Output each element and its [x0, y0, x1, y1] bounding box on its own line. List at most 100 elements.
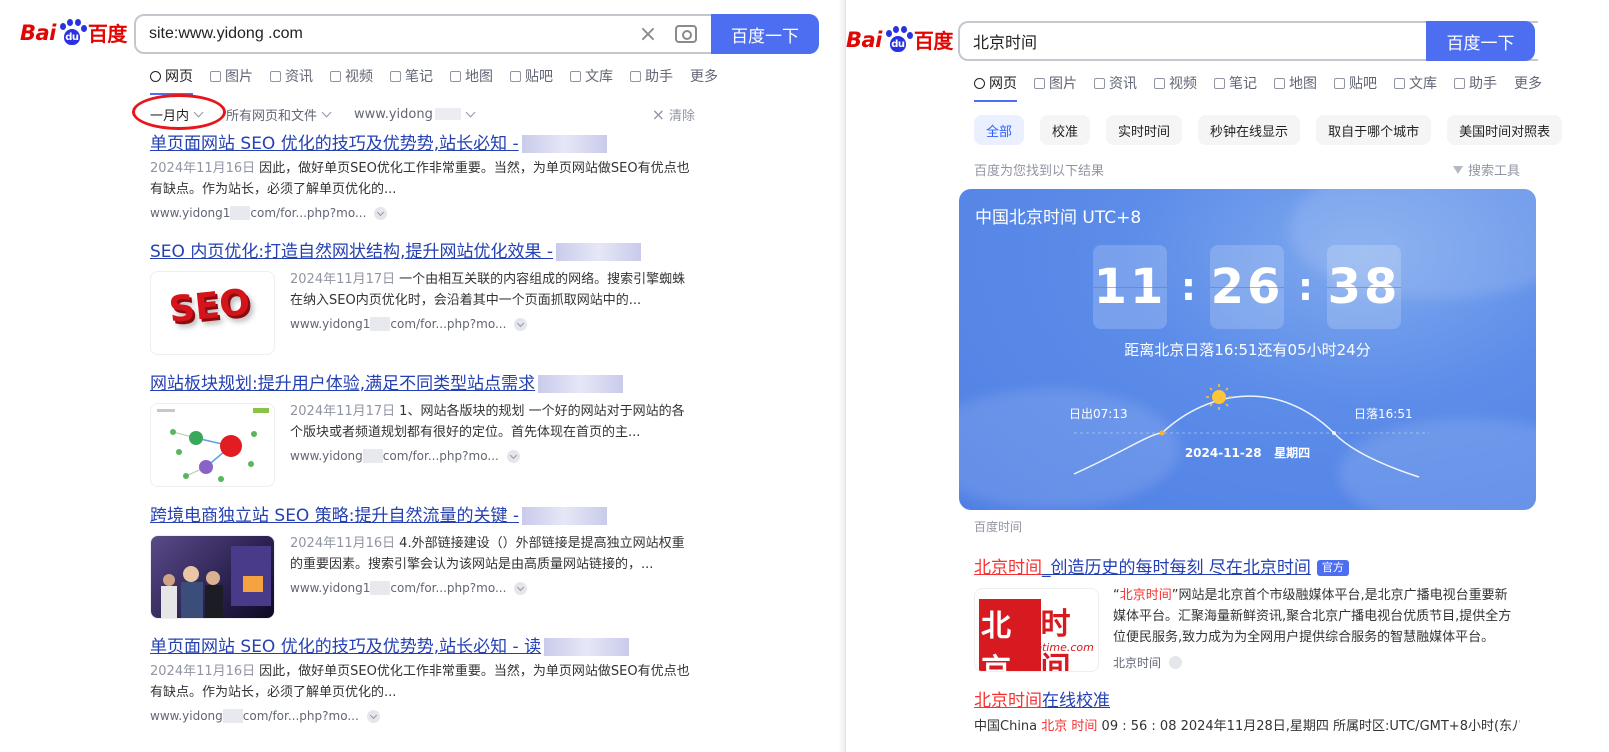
result-item: 北京时间_创造历史的每时每刻 尽在北京时间 官方 北京 时间 btime.com “…: [974, 557, 1520, 672]
tab-item[interactable]: 图片: [210, 66, 253, 86]
result-thumbnail[interactable]: [150, 403, 275, 487]
logo-text-cn: 百度: [913, 29, 954, 53]
result-url[interactable]: www.yidong1 com/for...php?mo...: [290, 581, 695, 595]
result-url[interactable]: www.yidong1 com/for...php?mo...: [290, 317, 695, 331]
blur-mask: [362, 449, 383, 463]
paw-icon: du: [884, 25, 913, 54]
search-button[interactable]: 百度一下: [711, 14, 819, 54]
tab-item[interactable]: 更多: [690, 66, 718, 86]
result-url[interactable]: www.yidong com/for...php?mo...: [290, 449, 695, 463]
clear-filters-button[interactable]: × 清除: [652, 105, 695, 124]
filter-icon: [1452, 165, 1463, 174]
related-chip[interactable]: 校准: [1040, 115, 1091, 145]
result-title-link[interactable]: 北京时间在线校准: [974, 690, 1520, 712]
related-chip[interactable]: 美国时间对照表: [1447, 115, 1563, 145]
result-thumbnail[interactable]: SEO: [150, 271, 275, 355]
tab-item[interactable]: 助手: [630, 66, 673, 86]
dropdown-icon[interactable]: [514, 317, 528, 331]
logo-text-cn: 百度: [87, 22, 128, 46]
related-chip[interactable]: 取自于哪个城市: [1316, 115, 1432, 145]
baidu-logo[interactable]: Bai du 百度: [20, 18, 127, 47]
tab-item[interactable]: 网页: [150, 66, 193, 95]
tab-item[interactable]: 视频: [1154, 73, 1197, 93]
type-filter[interactable]: 所有网页和文件: [226, 105, 332, 124]
search-input[interactable]: site:www.yidong .com: [136, 25, 637, 43]
paw-icon: du: [58, 18, 87, 47]
tab-icon: [1454, 77, 1465, 89]
dropdown-icon[interactable]: [514, 581, 528, 595]
desc-pre: 中国China: [974, 719, 1042, 734]
clear-icon[interactable]: ×: [637, 22, 659, 47]
dropdown-icon[interactable]: [506, 449, 520, 463]
dropdown-icon[interactable]: [1169, 656, 1183, 669]
camera-icon[interactable]: [675, 25, 697, 43]
result-url[interactable]: www.yidong1 com/for...php?mo...: [150, 206, 695, 220]
title-rest: 在线校准: [1042, 691, 1110, 711]
dropdown-icon[interactable]: [366, 709, 380, 723]
blur-mask: [370, 581, 391, 595]
result-title-text: 单页面网站 SEO 优化的技巧及优势势,站长必知 - 读: [150, 637, 542, 657]
result-date: 2024年11月17日: [290, 272, 396, 287]
tab-icon: [270, 70, 281, 82]
logo-paw-text: du: [889, 35, 906, 52]
beijing-time-card: 中国北京时间 UTC+8 11 : 26 : 38 距离北京日落16:51还有0…: [959, 189, 1536, 510]
tab-item[interactable]: 笔记: [390, 66, 433, 86]
tab-item[interactable]: 地图: [450, 66, 493, 86]
found-results-label: 百度为您找到以下结果: [974, 164, 1105, 179]
result-title-link[interactable]: 单页面网站 SEO 优化的技巧及优势势,站长必知 -: [150, 133, 695, 155]
tab-item[interactable]: 视频: [330, 66, 373, 86]
tab-label: 笔记: [1229, 76, 1257, 92]
result-item: 北京时间在线校准 中国China 北京 时间 09 : 56 : 08 2024…: [974, 690, 1520, 737]
tab-item[interactable]: 文库: [1394, 73, 1437, 93]
tab-label: 资讯: [285, 69, 313, 85]
site-filter[interactable]: www.yidong: [354, 107, 476, 122]
result-source[interactable]: 北京时间: [1113, 654, 1520, 671]
related-chip[interactable]: 全部: [974, 115, 1025, 145]
url-prefix: www.yidong1: [150, 206, 231, 220]
tab-item[interactable]: 网页: [974, 73, 1017, 102]
date-text: 2024-11-28: [1184, 446, 1262, 460]
search-tools-label: 搜索工具: [1467, 164, 1520, 179]
result-item: 单页面网站 SEO 优化的技巧及优势势,站长必知 - 2024年11月16日 因此…: [150, 133, 695, 220]
title-rest: _创造历史的每时每刻 尽在北京时间: [1042, 558, 1311, 578]
related-chip[interactable]: 秒钟在线显示: [1198, 115, 1301, 145]
blur-mask: [222, 709, 243, 723]
search-input[interactable]: 北京时间: [960, 29, 1464, 53]
result-title-text: 跨境电商独立站 SEO 策略:提升自然流量的关键 -: [150, 506, 519, 526]
search-tools-button[interactable]: 搜索工具: [1452, 160, 1520, 179]
tab-label: 网页: [989, 76, 1017, 92]
dropdown-icon[interactable]: [374, 206, 388, 220]
tab-item[interactable]: 资讯: [1094, 73, 1137, 93]
sunset-countdown: 距离北京日落16:51还有05小时24分: [1124, 341, 1371, 359]
search-box[interactable]: site:www.yidong .com ×: [134, 14, 711, 54]
tab-item[interactable]: 笔记: [1214, 73, 1257, 93]
tab-item[interactable]: 助手: [1454, 73, 1497, 93]
result-title-link[interactable]: 网站板块规划:提升用户体验,满足不同类型站点需求: [150, 373, 695, 395]
related-chip[interactable]: 实时时间: [1106, 115, 1183, 145]
result-title-link[interactable]: SEO 内页优化:打造自然网状结构,提升网站优化效果 -: [150, 241, 695, 263]
tab-item[interactable]: 更多: [1514, 73, 1542, 93]
logo-domain: btime.com: [1035, 641, 1094, 654]
tab-item[interactable]: 资讯: [270, 66, 313, 86]
tab-item[interactable]: 地图: [1274, 73, 1317, 93]
title-highlight: 北京时间: [974, 558, 1042, 578]
url-suffix: com/for...php?mo...: [390, 317, 507, 331]
tab-item[interactable]: 贴吧: [1334, 73, 1377, 93]
result-url[interactable]: www.yidong com/for...php?mo...: [150, 709, 695, 723]
result-title-text: 单页面网站 SEO 优化的技巧及优势势,站长必知 -: [150, 134, 519, 154]
mindmap-diagram-image: [157, 408, 269, 482]
sunset-time: 日落16:51: [1354, 407, 1413, 421]
tab-item[interactable]: 贴吧: [510, 66, 553, 86]
right-browser-pane: Bai du 百度 北京时间 × 百度一下 网页图片资讯视频笔记地图贴吧文库助手…: [845, 0, 1609, 752]
tab-item[interactable]: 图片: [1034, 73, 1077, 93]
result-snippet: 2024年11月16日 因此，做好单页SEO优化工作非常重要。当然，为单页网站做S…: [150, 158, 695, 200]
btime-logo-image[interactable]: 北京 时间 btime.com: [974, 588, 1099, 672]
tab-item[interactable]: 文库: [570, 66, 613, 86]
result-thumbnail[interactable]: [150, 535, 275, 619]
baidu-logo[interactable]: Bai du 百度: [846, 25, 953, 54]
blur-mask: [434, 108, 461, 120]
result-title-link[interactable]: 跨境电商独立站 SEO 策略:提升自然流量的关键 -: [150, 505, 695, 527]
result-title-link[interactable]: 北京时间_创造历史的每时每刻 尽在北京时间 官方: [974, 557, 1520, 579]
result-title-link[interactable]: 单页面网站 SEO 优化的技巧及优势势,站长必知 - 读: [150, 636, 695, 658]
search-button[interactable]: 百度一下: [1426, 21, 1535, 61]
